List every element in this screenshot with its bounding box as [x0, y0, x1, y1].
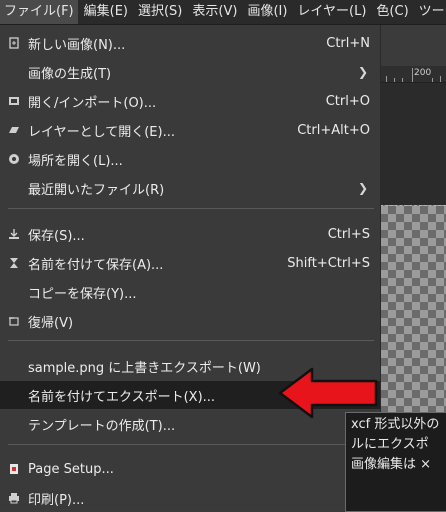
open-location-icon	[4, 149, 24, 169]
chevron-right-icon: ❯	[357, 65, 368, 79]
save-icon	[4, 224, 24, 244]
menu-file[interactable]: ファイル(F)	[0, 0, 78, 24]
menu-item-open-as-layers[interactable]: レイヤーとして開く(E)... Ctrl+Alt+O	[0, 116, 380, 144]
menu-view[interactable]: 表示(V)	[188, 0, 241, 24]
chevron-right-icon: ❯	[357, 181, 368, 195]
canvas-background	[380, 83, 446, 205]
file-menu: 新しい画像(N)... Ctrl+N 画像の生成(T) ❯ 開く/インポート(O…	[0, 25, 381, 510]
menu-item-create[interactable]: 画像の生成(T) ❯	[0, 58, 380, 86]
tooltip: xcf 形式以外の ルにエクスポ 画像編集は ×	[345, 412, 446, 512]
print-icon	[4, 488, 24, 508]
menu-image[interactable]: 画像(I)	[243, 0, 291, 24]
menu-item-save-copy[interactable]: コピーを保存(Y)...	[0, 278, 380, 306]
save-as-icon	[4, 253, 24, 273]
menu-item-open-location[interactable]: 場所を開く(L)...	[0, 145, 380, 173]
page-setup-icon	[4, 459, 24, 479]
revert-icon	[4, 311, 24, 331]
menubar: ファイル(F) 編集(E) 選択(S) 表示(V) 画像(I) レイヤー(L) …	[0, 0, 446, 25]
horizontal-ruler: 200	[380, 66, 446, 83]
menu-edit[interactable]: 編集(E)	[80, 0, 132, 24]
menu-item-revert[interactable]: 復帰(V)	[0, 307, 380, 335]
menu-layer[interactable]: レイヤー(L)	[293, 0, 370, 24]
menu-item-save[interactable]: 保存(S)... Ctrl+S	[0, 220, 380, 248]
menu-item-open[interactable]: 開く/インポート(O)... Ctrl+O	[0, 87, 380, 115]
menu-separator	[8, 444, 374, 445]
menu-tools[interactable]: ツー	[415, 0, 446, 24]
open-icon	[4, 91, 24, 111]
tooltip-line: ルにエクスポ	[351, 437, 429, 452]
tooltip-line: 画像編集は ×	[351, 457, 432, 472]
menu-separator	[8, 340, 374, 341]
menu-separator	[8, 208, 374, 209]
ruler-label: 200	[414, 68, 432, 78]
tooltip-line: xcf 形式以外の	[351, 417, 440, 432]
menu-select[interactable]: 選択(S)	[134, 0, 186, 24]
menu-color[interactable]: 色(C)	[372, 0, 412, 24]
open-as-layers-icon	[4, 120, 24, 140]
menu-item-page-setup[interactable]: Page Setup...	[0, 455, 380, 483]
menu-item-recent[interactable]: 最近開いたファイル(R) ❯	[0, 174, 380, 202]
new-image-icon	[4, 33, 24, 53]
menu-item-new[interactable]: 新しい画像(N)... Ctrl+N	[0, 29, 380, 57]
menu-item-save-as[interactable]: 名前を付けて保存(A)... Shift+Ctrl+S	[0, 249, 380, 277]
menu-item-print[interactable]: 印刷(P)... Ct	[0, 484, 380, 512]
